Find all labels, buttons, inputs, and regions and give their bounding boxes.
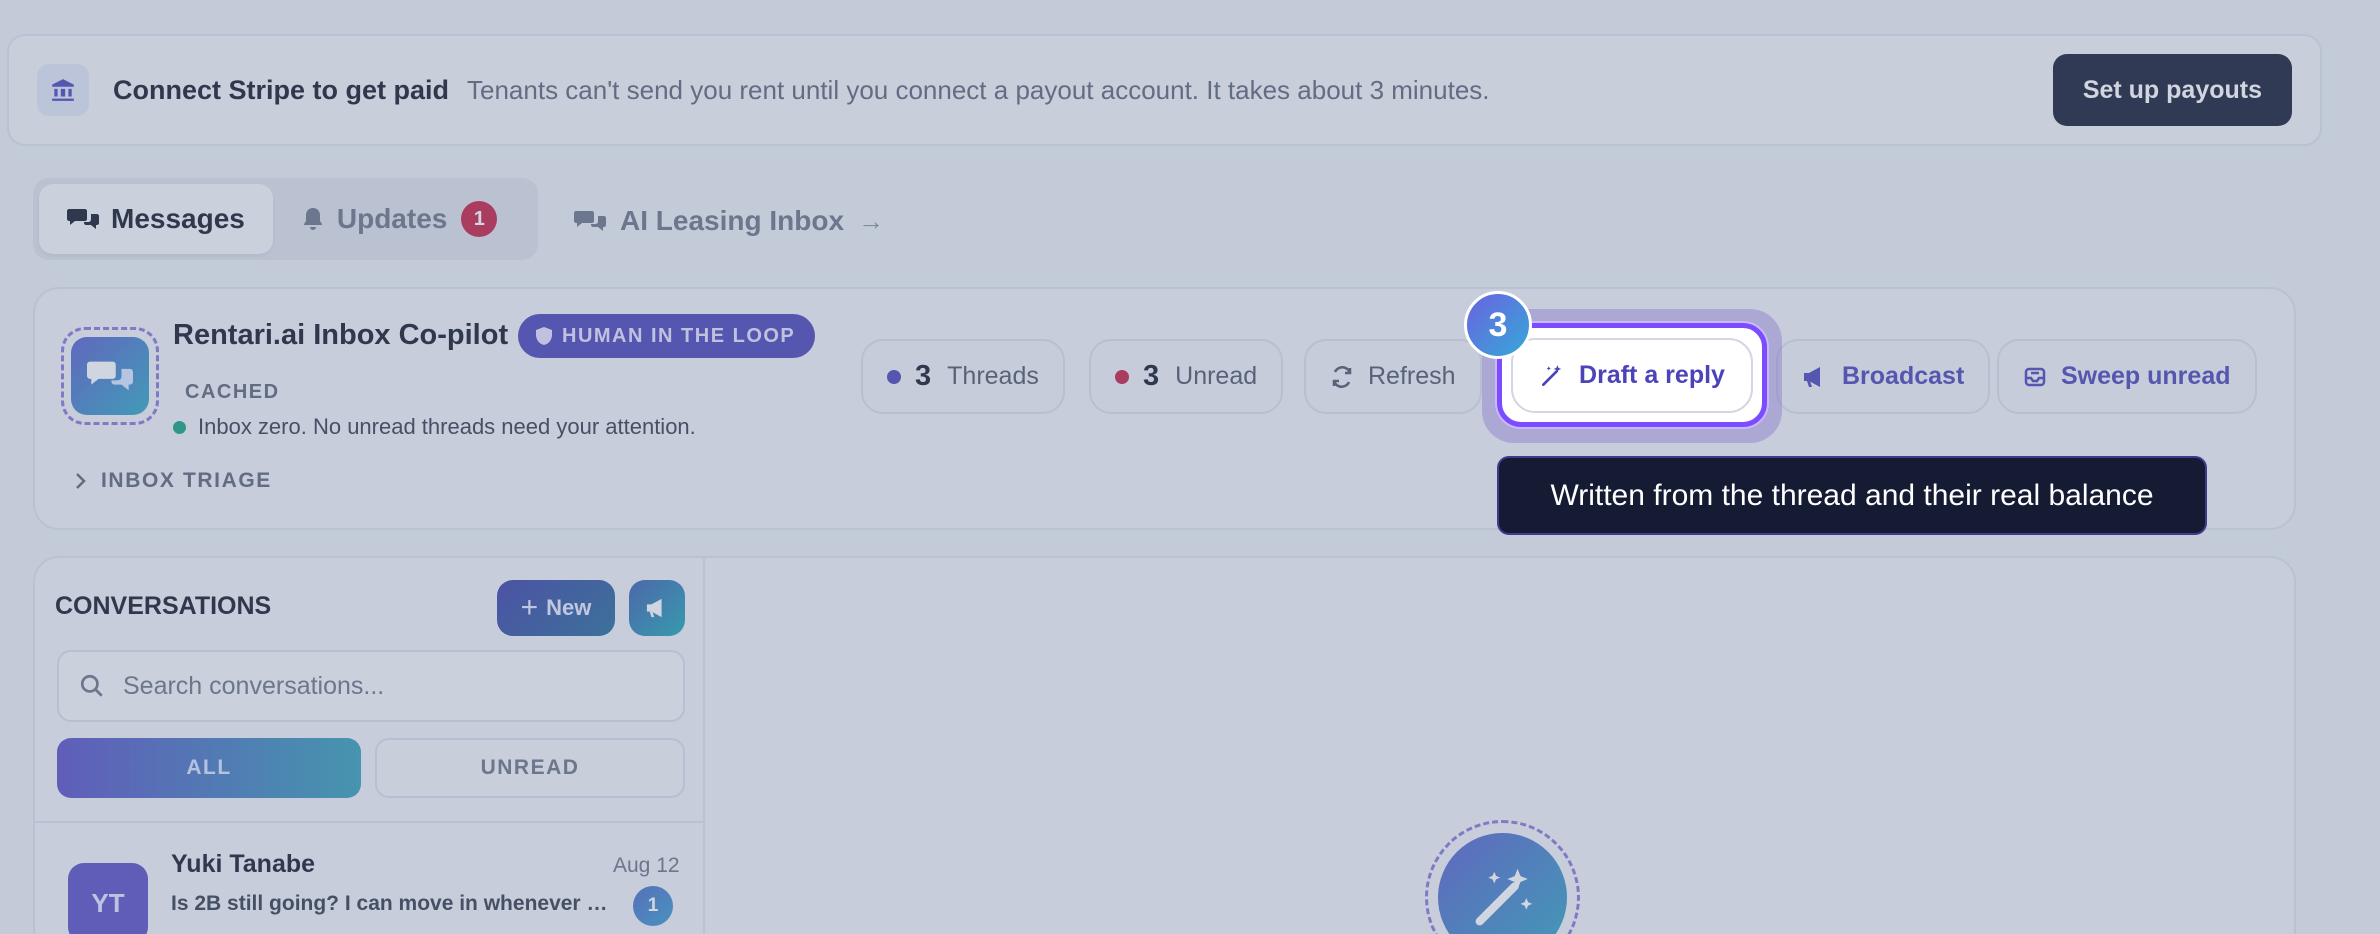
conversations-panel: CONVERSATIONS + New ALL UNREAD YT Yuki T… bbox=[33, 556, 2296, 934]
divider bbox=[35, 821, 705, 823]
updates-count-badge: 1 bbox=[461, 201, 498, 237]
status-dot bbox=[173, 420, 186, 434]
bank-icon bbox=[37, 64, 89, 116]
tour-step-badge: 3 bbox=[1464, 291, 1532, 359]
human-in-loop-badge: HUMAN IN THE LOOP bbox=[518, 314, 816, 358]
conversation-list: CONVERSATIONS + New ALL UNREAD YT Yuki T… bbox=[35, 558, 705, 934]
refresh-icon bbox=[1332, 365, 1352, 388]
unread-count-badge: 1 bbox=[633, 886, 673, 926]
new-conversation-button[interactable]: + New bbox=[497, 580, 615, 636]
broadcast-button[interactable]: Broadcast bbox=[1776, 339, 1991, 414]
search-input[interactable] bbox=[123, 671, 663, 701]
chat-icon bbox=[67, 209, 99, 229]
arrow-right-icon: → bbox=[858, 205, 885, 236]
unread-dot bbox=[1115, 369, 1129, 384]
copilot-title: Rentari.ai Inbox Co-pilot bbox=[173, 319, 509, 351]
tab-updates[interactable]: Updates 1 bbox=[273, 184, 525, 254]
tour-tooltip: Written from the thread and their real b… bbox=[1497, 456, 2207, 535]
sweep-unread-button[interactable]: Sweep unread bbox=[1997, 339, 2257, 414]
magic-wand-icon bbox=[1542, 364, 1562, 386]
megaphone-icon bbox=[1804, 366, 1820, 387]
magic-wand-icon bbox=[1475, 868, 1532, 925]
inbox-sweep-icon bbox=[2024, 367, 2046, 386]
message-preview: Is 2B still going? I can move in wheneve… bbox=[171, 892, 611, 915]
shield-icon bbox=[536, 327, 552, 345]
tab-ai-leasing-inbox[interactable]: AI Leasing Inbox → bbox=[574, 186, 884, 256]
threads-label: Threads bbox=[947, 362, 1039, 390]
chat-icon bbox=[574, 211, 606, 231]
tab-ai-label: AI Leasing Inbox bbox=[620, 205, 845, 236]
triage-label: INBOX TRIAGE bbox=[101, 469, 272, 492]
new-label: New bbox=[546, 595, 592, 620]
contact-name: Yuki Tanabe bbox=[171, 850, 316, 878]
app-root: Connect Stripe to get paid Tenants can't… bbox=[0, 0, 2380, 934]
unread-label: Unread bbox=[1175, 362, 1258, 390]
stripe-banner: Connect Stripe to get paid Tenants can't… bbox=[7, 34, 2322, 146]
empty-state-icon bbox=[1425, 820, 1580, 934]
inbox-tabs: Messages Updates 1 bbox=[33, 178, 538, 260]
draft-reply-button[interactable]: Draft a reply bbox=[1511, 338, 1753, 413]
tab-messages[interactable]: Messages bbox=[39, 184, 273, 254]
megaphone-icon bbox=[646, 598, 662, 618]
threads-count: 3 bbox=[915, 360, 932, 392]
sweep-label: Sweep unread bbox=[2061, 362, 2231, 390]
inbox-status: Inbox zero. No unread threads need your … bbox=[173, 414, 696, 440]
refresh-button[interactable]: Refresh bbox=[1304, 339, 1482, 414]
unread-stat[interactable]: 3 Unread bbox=[1089, 339, 1284, 414]
tab-updates-label: Updates bbox=[336, 203, 448, 234]
chat-bubbles-icon bbox=[87, 361, 133, 391]
cache-status: CACHED bbox=[185, 381, 280, 403]
filter-unread-button[interactable]: UNREAD bbox=[375, 738, 685, 798]
banner-subtitle: Tenants can't send you rent until you co… bbox=[467, 74, 1490, 105]
broadcast-label: Broadcast bbox=[1842, 362, 1965, 390]
search-icon bbox=[80, 674, 103, 697]
threads-dot bbox=[887, 369, 901, 384]
refresh-label: Refresh bbox=[1368, 362, 1456, 390]
conversations-title: CONVERSATIONS bbox=[55, 592, 272, 620]
plus-icon: + bbox=[520, 591, 539, 624]
message-date: Aug 12 bbox=[613, 854, 680, 877]
filter-all-button[interactable]: ALL bbox=[57, 738, 361, 798]
copilot-avatar bbox=[61, 327, 159, 425]
tab-messages-label: Messages bbox=[111, 203, 245, 234]
banner-title: Connect Stripe to get paid bbox=[113, 74, 450, 105]
unread-count: 3 bbox=[1143, 360, 1160, 392]
hitl-label: HUMAN IN THE LOOP bbox=[562, 324, 796, 347]
bell-icon bbox=[303, 208, 322, 230]
draft-reply-label: Draft a reply bbox=[1579, 361, 1725, 389]
set-up-payouts-button[interactable]: Set up payouts bbox=[2052, 54, 2292, 126]
threads-stat[interactable]: 3 Threads bbox=[861, 339, 1065, 414]
avatar: YT bbox=[68, 863, 148, 934]
search-box bbox=[57, 650, 685, 722]
inbox-triage-toggle[interactable]: INBOX TRIAGE bbox=[75, 469, 272, 493]
chevron-right-icon bbox=[76, 473, 86, 489]
broadcast-icon-button[interactable] bbox=[629, 580, 685, 636]
inbox-status-text: Inbox zero. No unread threads need your … bbox=[198, 414, 696, 439]
